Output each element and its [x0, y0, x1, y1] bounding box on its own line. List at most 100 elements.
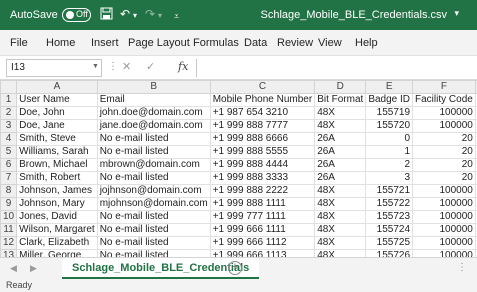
cell[interactable]: 155724: [365, 223, 414, 237]
cell[interactable]: +1 999 888 6666: [209, 132, 316, 146]
cell[interactable]: Johnson, James: [16, 184, 98, 198]
cell[interactable]: 20: [412, 145, 476, 159]
row-header[interactable]: 9: [0, 197, 18, 211]
cell[interactable]: jojhnson@domain.com: [96, 184, 211, 198]
tab-view[interactable]: View: [318, 37, 342, 49]
cell[interactable]: +1 999 666 1113: [209, 249, 316, 257]
cell[interactable]: +1 999 888 4444: [209, 158, 316, 172]
cell[interactable]: 100000: [412, 236, 476, 250]
cell[interactable]: john.doe@domain.com: [96, 106, 211, 120]
cell[interactable]: 48X: [314, 210, 367, 224]
cell[interactable]: jane.doe@domain.com: [96, 119, 211, 133]
cell[interactable]: Johnson, Mary: [16, 197, 98, 211]
column-header[interactable]: C: [209, 80, 316, 94]
row-header[interactable]: 1: [0, 93, 18, 107]
cell[interactable]: +1 987 654 3210: [209, 106, 316, 120]
row-header[interactable]: 7: [0, 171, 18, 185]
add-sheet-icon[interactable]: +: [228, 261, 242, 275]
cell[interactable]: 155721: [365, 184, 414, 198]
cell[interactable]: No e-mail listed: [96, 223, 211, 237]
enter-icon[interactable]: ✓: [146, 60, 155, 73]
undo-icon[interactable]: ↶: [120, 7, 130, 21]
name-box[interactable]: I13: [6, 59, 102, 77]
row-header[interactable]: 13: [0, 249, 18, 257]
row-header[interactable]: 5: [0, 145, 18, 159]
cell[interactable]: No e-mail listed: [96, 236, 211, 250]
formula-bar-handle-icon[interactable]: ⋮: [108, 61, 118, 72]
cell[interactable]: 2: [365, 158, 414, 172]
cell[interactable]: No e-mail listed: [96, 210, 211, 224]
cell[interactable]: 48X: [314, 197, 367, 211]
cell[interactable]: 20: [412, 132, 476, 146]
cell[interactable]: Doe, Jane: [16, 119, 98, 133]
cell[interactable]: No e-mail listed: [96, 249, 211, 257]
cell[interactable]: Clark, Elizabeth: [16, 236, 98, 250]
cell[interactable]: +1 999 777 1111: [209, 210, 316, 224]
cell[interactable]: 100000: [412, 119, 476, 133]
cell[interactable]: 26A: [314, 158, 367, 172]
cell[interactable]: No e-mail listed: [96, 171, 211, 185]
cell[interactable]: Williams, Sarah: [16, 145, 98, 159]
cell[interactable]: 155720: [365, 119, 414, 133]
cell[interactable]: 48X: [314, 223, 367, 237]
cell[interactable]: mjohnson@domain.com: [96, 197, 211, 211]
select-all-corner[interactable]: [0, 80, 18, 94]
cell[interactable]: 48X: [314, 184, 367, 198]
redo-icon[interactable]: ↷: [145, 7, 155, 21]
cell[interactable]: mbrown@domain.com: [96, 158, 211, 172]
prev-sheet-icon[interactable]: ◀: [10, 263, 17, 274]
cell[interactable]: Miller, George: [16, 249, 98, 257]
tab-data[interactable]: Data: [244, 37, 267, 49]
cell[interactable]: 100000: [412, 106, 476, 120]
tab-page-layout[interactable]: Page Layout: [128, 37, 190, 49]
cell[interactable]: 48X: [314, 119, 367, 133]
cell[interactable]: 48X: [314, 249, 367, 257]
cell[interactable]: 1: [365, 145, 414, 159]
cell[interactable]: +1 999 888 2222: [209, 184, 316, 198]
column-header[interactable]: B: [96, 80, 211, 94]
column-header[interactable]: D: [314, 80, 367, 94]
cell[interactable]: 155723: [365, 210, 414, 224]
formula-input[interactable]: [196, 59, 477, 77]
cell[interactable]: 100000: [412, 184, 476, 198]
cell[interactable]: Jones, David: [16, 210, 98, 224]
cell[interactable]: 20: [412, 171, 476, 185]
cell[interactable]: 155722: [365, 197, 414, 211]
next-sheet-icon[interactable]: ▶: [30, 263, 37, 274]
column-header[interactable]: E: [365, 80, 414, 94]
cell[interactable]: 48X: [314, 106, 367, 120]
cell[interactable]: User Name: [16, 93, 98, 107]
cell[interactable]: 48X: [314, 236, 367, 250]
tab-help[interactable]: Help: [355, 37, 378, 49]
row-header[interactable]: 8: [0, 184, 18, 198]
tab-file[interactable]: File: [10, 37, 28, 49]
cell[interactable]: No e-mail listed: [96, 132, 211, 146]
tab-review[interactable]: Review: [277, 37, 313, 49]
cell[interactable]: Badge ID: [365, 93, 414, 107]
customize-toolbar-icon[interactable]: ⩡: [174, 9, 179, 23]
row-header[interactable]: 12: [0, 236, 18, 250]
cell[interactable]: 20: [412, 158, 476, 172]
row-header[interactable]: 11: [0, 223, 18, 237]
cell[interactable]: 155726: [365, 249, 414, 257]
row-header[interactable]: 4: [0, 132, 18, 146]
cell[interactable]: Wilson, Margaret: [16, 223, 98, 237]
name-box-dropdown-icon[interactable]: ▼: [92, 63, 99, 70]
redo-dropdown-icon[interactable]: ▾: [158, 9, 162, 23]
cell[interactable]: No e-mail listed: [96, 145, 211, 159]
more-options-icon[interactable]: ⋮: [457, 262, 467, 273]
cell[interactable]: Brown, Michael: [16, 158, 98, 172]
cell[interactable]: 26A: [314, 132, 367, 146]
row-header[interactable]: 6: [0, 158, 18, 172]
cancel-icon[interactable]: ✕: [122, 60, 131, 73]
title-caret-icon[interactable]: ▾: [454, 8, 459, 19]
tab-home[interactable]: Home: [46, 37, 75, 49]
cell[interactable]: 26A: [314, 171, 367, 185]
cell[interactable]: 100000: [412, 210, 476, 224]
row-header[interactable]: 3: [0, 119, 18, 133]
cell[interactable]: 0: [365, 132, 414, 146]
autosave-toggle[interactable]: Off: [62, 8, 91, 22]
cell[interactable]: 100000: [412, 249, 476, 257]
cell[interactable]: +1 999 888 5555: [209, 145, 316, 159]
cell[interactable]: Mobile Phone Number: [209, 93, 316, 107]
